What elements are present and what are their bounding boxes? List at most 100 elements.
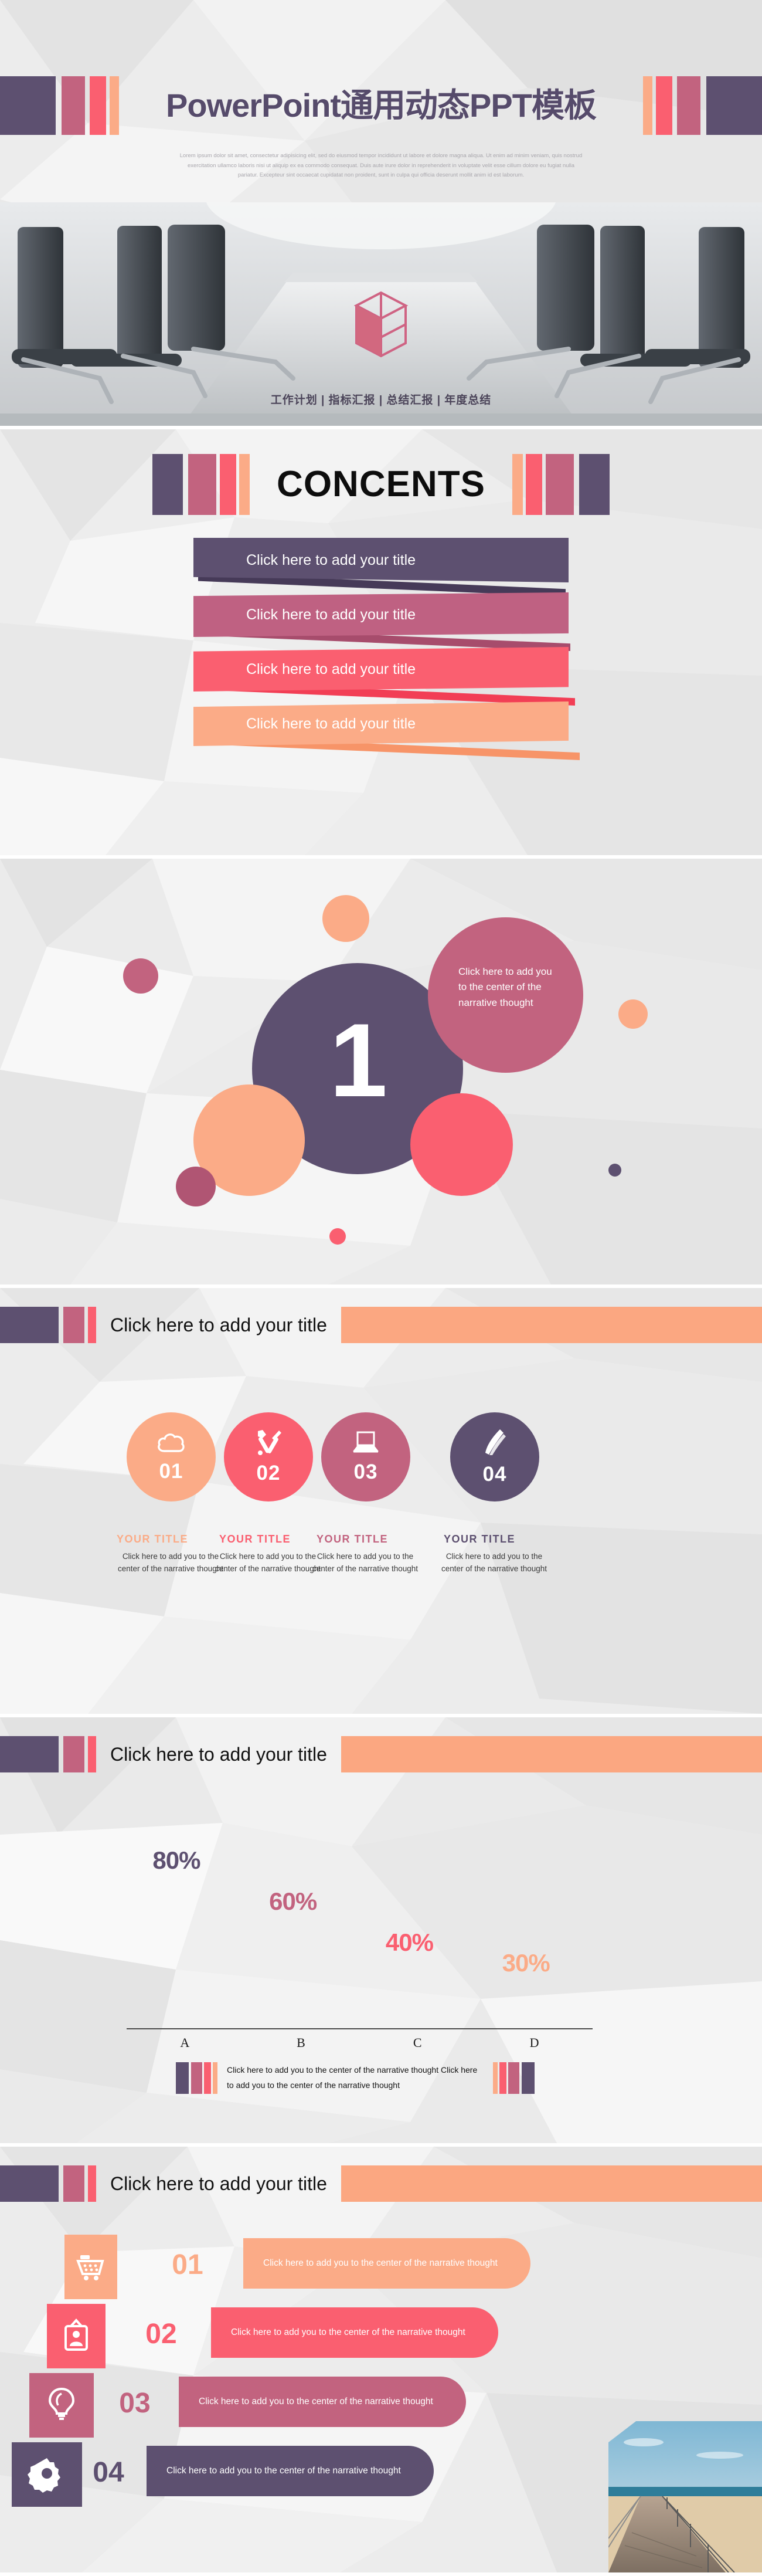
row-text: Click here to add you to the center of t…	[231, 2327, 465, 2337]
contents-heading-row: CONCENTS	[0, 454, 762, 515]
chart-category-label: D	[529, 2035, 539, 2050]
bar-peach	[643, 76, 652, 135]
feature-number: 02	[256, 1461, 281, 1484]
cart-icon	[76, 2250, 106, 2284]
bar-purple	[152, 454, 183, 515]
cube-logo	[353, 290, 409, 361]
feature-body-04: Click here to add you to the center of t…	[441, 1552, 547, 1573]
right-color-bars	[512, 454, 610, 515]
cloud-icon	[157, 1431, 186, 1456]
row-text-pill[interactable]: Click here to add you to the center of t…	[211, 2307, 498, 2358]
header-fill-bar	[341, 1736, 762, 1772]
bar-rose	[508, 2062, 519, 2094]
bar-rose	[63, 2165, 84, 2202]
bubble-red	[410, 1093, 513, 1196]
id-badge-icon	[62, 2318, 90, 2354]
row-text-pill[interactable]: Click here to add you to the center of t…	[243, 2238, 530, 2289]
feature-title-04: YOUR TITLE	[444, 1533, 515, 1545]
list-item[interactable]: 03 Click here to add you to the center of…	[0, 2373, 762, 2438]
header-fill-bar	[341, 2165, 762, 2202]
feature-circle-03[interactable]: 03	[321, 1412, 410, 1501]
slide-deck: PowerPoint通用动态PPT模板 Lorem ipsum dolor si…	[0, 0, 762, 2572]
bar-rose	[191, 2062, 202, 2094]
bubble-rose-left	[123, 958, 158, 994]
bar-purple	[579, 454, 610, 515]
slide-section-one: 1 Click here to add you to the center of…	[0, 859, 762, 1284]
bar-red	[90, 76, 106, 135]
bar-peach	[110, 76, 119, 135]
polygon-background	[0, 1288, 762, 1714]
pen-icon	[482, 1428, 507, 1459]
ribbon-bar[interactable]: Click here to add your title	[193, 647, 569, 692]
bar-peach	[512, 454, 523, 515]
ribbon-bar[interactable]: Click here to add your title	[193, 701, 569, 746]
list-item[interactable]: Click here to add your title	[193, 701, 580, 761]
bar-peach	[493, 2062, 498, 2094]
bar-purple	[0, 1736, 59, 1772]
feature-title-02: YOUR TITLE	[219, 1533, 291, 1545]
bubble-purple-dot	[608, 1164, 621, 1177]
row-icon-tile[interactable]	[12, 2442, 82, 2507]
bar-rose	[63, 1307, 84, 1343]
row-number: 03	[119, 2388, 151, 2419]
row-icon-tile[interactable]	[29, 2373, 94, 2438]
ribbon-bar[interactable]: Click here to add your title	[193, 538, 569, 582]
left-color-bars	[0, 76, 119, 135]
row-text: Click here to add you to the center of t…	[263, 2258, 498, 2268]
row-number: 02	[145, 2319, 177, 2350]
section-number: 1	[329, 1002, 387, 1118]
feature-circle-04[interactable]: 04	[450, 1412, 539, 1501]
bar-red	[204, 2062, 211, 2094]
bar-purple	[0, 1307, 59, 1343]
slide-contents: CONCENTS Click here to add your title Cl…	[0, 429, 762, 855]
bar-red	[220, 454, 237, 515]
list-item[interactable]: Click here to add your title	[193, 647, 576, 706]
bar-purple	[706, 76, 762, 135]
bar-red	[525, 454, 542, 515]
list-item[interactable]: Click here to add your title	[193, 592, 571, 652]
ribbon-label: Click here to add your title	[246, 606, 416, 623]
chart-legend-note: Click here to add you to the center of t…	[176, 2062, 535, 2094]
feature-circle-02[interactable]: 02	[224, 1412, 313, 1501]
chart-axis-line	[127, 2028, 593, 2029]
bar-purple	[176, 2062, 189, 2094]
subtitle-paragraph: Lorem ipsum dolor sit amet, consectetur …	[179, 152, 583, 179]
chart-value-label: 80%	[152, 1846, 200, 1874]
bar-rose	[62, 76, 85, 135]
bar-rose	[63, 1736, 84, 1772]
gear-icon	[28, 2458, 62, 2493]
list-item[interactable]: 04 Click here to add you to the center of…	[0, 2442, 762, 2507]
row-number: 04	[93, 2457, 124, 2488]
row-icon-tile[interactable]	[64, 2235, 117, 2299]
contents-title: CONCENTS	[277, 464, 485, 504]
slide-four-features: Click here to add your title 01 02 03 04…	[0, 1288, 762, 1714]
laptop-icon	[351, 1431, 380, 1457]
bar-purple	[522, 2062, 535, 2094]
bar-peach	[213, 2062, 217, 2094]
title-zone: PowerPoint通用动态PPT模板 Lorem ipsum dolor si…	[0, 0, 762, 202]
bar-purple	[0, 2165, 59, 2202]
row-number: 01	[172, 2249, 203, 2280]
right-color-bars	[643, 76, 762, 135]
page-title: Click here to add your title	[110, 1314, 327, 1336]
feature-body-01: Click here to add you to the center of t…	[117, 1552, 224, 1573]
row-icon-tile[interactable]	[47, 2304, 106, 2368]
left-color-bars	[152, 454, 250, 515]
ribbon-bar[interactable]: Click here to add your title	[193, 592, 569, 637]
feature-circle-01[interactable]: 01	[127, 1412, 216, 1501]
bubble-peach-right	[618, 999, 648, 1029]
title-bar: PowerPoint通用动态PPT模板	[0, 76, 762, 135]
page-title: Click here to add your title	[110, 1743, 327, 1765]
row-text-pill[interactable]: Click here to add you to the center of t…	[179, 2377, 466, 2427]
bar-red	[88, 1307, 96, 1343]
list-item[interactable]: 02 Click here to add you to the center of…	[0, 2304, 762, 2368]
bubble-peach-top	[322, 895, 369, 942]
ribbon-label: Click here to add your title	[246, 551, 416, 568]
list-item[interactable]: Click here to add your title	[193, 538, 569, 597]
list-item[interactable]: 01 Click here to add you to the center of…	[0, 2235, 762, 2299]
row-text-pill[interactable]: Click here to add you to the center of t…	[147, 2446, 434, 2496]
section-header: Click here to add your title	[0, 2165, 762, 2202]
feature-title-01: YOUR TITLE	[117, 1533, 188, 1545]
bubble-caption: Click here to add you to the center of t…	[458, 966, 552, 1008]
bubble-rose-small	[176, 1167, 216, 1206]
